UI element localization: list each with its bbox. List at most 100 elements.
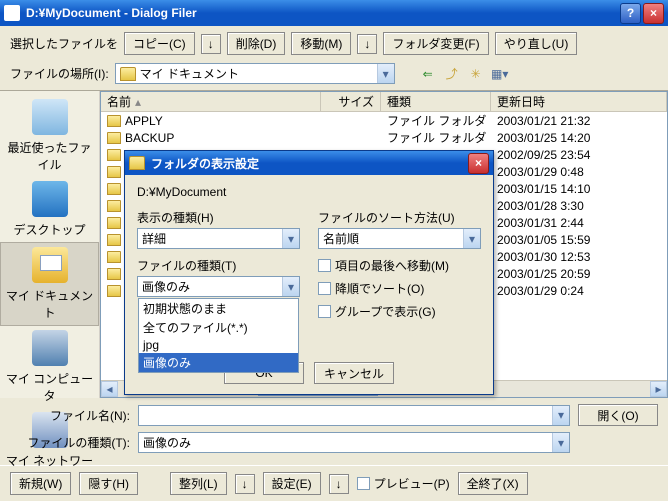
location-label: ファイルの場所(I): xyxy=(10,65,109,82)
places-bar: 最近使ったファイル デスクトップ マイ ドキュメント マイ コンピュータ マイ … xyxy=(0,91,100,398)
table-row[interactable]: BACKUPファイル フォルダ2003/01/25 14:20 xyxy=(101,129,667,146)
place-mydocuments[interactable]: マイ ドキュメント xyxy=(0,242,99,326)
filetype-combo[interactable]: 画像のみ ▾ xyxy=(138,432,570,453)
col-type[interactable]: 種類 xyxy=(381,92,491,111)
dropdown-item[interactable]: 初期状態のまま xyxy=(139,299,298,318)
sort-method-combo[interactable]: 名前順 ▾ xyxy=(318,228,481,249)
table-row[interactable]: APPLYファイル フォルダ2003/01/21 21:32 xyxy=(101,112,667,129)
move-down-icon[interactable]: ↓ xyxy=(357,34,377,54)
close-all-button[interactable]: 全終了(X) xyxy=(458,472,528,495)
change-folder-button[interactable]: フォルダ変更(F) xyxy=(383,32,488,55)
align-down-icon[interactable]: ↓ xyxy=(235,474,255,494)
file-type-dropdown-list: 初期状態のまま全てのファイル(*.*)jpg画像のみ xyxy=(138,298,299,373)
filename-combo[interactable]: ▾ xyxy=(138,405,570,426)
copy-down-icon[interactable]: ↓ xyxy=(201,34,221,54)
window-title: D:¥MyDocument - Dialog Filer xyxy=(26,6,618,20)
folder-icon xyxy=(107,166,121,178)
place-mycomputer[interactable]: マイ コンピュータ xyxy=(0,326,99,408)
display-type-combo[interactable]: 詳細 ▾ xyxy=(137,228,300,249)
folder-icon xyxy=(107,132,121,144)
mydocuments-icon xyxy=(32,247,68,283)
delete-button[interactable]: 削除(D) xyxy=(227,32,286,55)
chevron-down-icon[interactable]: ▾ xyxy=(552,406,569,425)
chevron-down-icon[interactable]: ▾ xyxy=(282,229,299,248)
move-button[interactable]: 移動(M) xyxy=(291,32,351,55)
folder-icon xyxy=(107,149,121,161)
help-button[interactable]: ? xyxy=(620,3,641,24)
chevron-down-icon[interactable]: ▾ xyxy=(552,433,569,452)
move-to-last-checkbox[interactable]: 項目の最後へ移動(M) xyxy=(318,257,481,274)
copy-button[interactable]: コピー(C) xyxy=(124,32,195,55)
folder-icon xyxy=(129,156,145,170)
checkbox-icon xyxy=(357,477,370,490)
hide-button[interactable]: 隠す(H) xyxy=(79,472,138,495)
filetype-value: 画像のみ xyxy=(143,434,191,451)
close-button[interactable]: × xyxy=(643,3,664,24)
file-type-combo[interactable]: 画像のみ ▾ 初期状態のまま全てのファイル(*.*)jpg画像のみ xyxy=(137,276,300,297)
view-menu-icon[interactable]: ▦▾ xyxy=(491,65,509,83)
location-combo[interactable]: マイ ドキュメント ▾ xyxy=(115,63,395,84)
undo-button[interactable]: やり直し(U) xyxy=(495,32,578,55)
filename-label: ファイル名(N): xyxy=(10,407,130,424)
up-folder-icon[interactable]: ⤴ xyxy=(443,65,461,83)
recent-icon xyxy=(32,99,68,135)
dialog-path: D:¥MyDocument xyxy=(137,185,481,199)
scroll-right-icon[interactable]: ▸ xyxy=(650,381,667,397)
sort-desc-checkbox[interactable]: 降順でソート(O) xyxy=(318,280,481,297)
selection-toolbar: 選択したファイルを コピー(C) ↓ 削除(D) 移動(M) ↓ フォルダ変更(… xyxy=(0,26,668,59)
folder-icon xyxy=(107,285,121,297)
filetype-label: ファイルの種類(T): xyxy=(10,434,130,451)
back-icon[interactable]: ⇐ xyxy=(419,65,437,83)
settings-button[interactable]: 設定(E) xyxy=(263,472,321,495)
dialog-title: フォルダの表示設定 xyxy=(151,155,466,172)
group-display-checkbox[interactable]: グループで表示(G) xyxy=(318,303,481,320)
dialog-titlebar: フォルダの表示設定 × xyxy=(125,151,493,175)
bottom-panel: ファイル名(N): ▾ 開く(O) ファイルの種類(T): 画像のみ ▾ xyxy=(0,398,668,465)
footer-toolbar: 新規(W) 隠す(H) 整列(L) ↓ 設定(E) ↓ プレビュー(P) 全終了… xyxy=(0,465,668,501)
chevron-down-icon[interactable]: ▾ xyxy=(377,64,394,83)
new-button[interactable]: 新規(W) xyxy=(10,472,71,495)
col-size[interactable]: サイズ xyxy=(321,92,381,111)
list-header: 名前 ▴ サイズ 種類 更新日時 xyxy=(101,92,667,112)
checkbox-icon xyxy=(318,282,331,295)
cancel-button[interactable]: キャンセル xyxy=(314,362,394,384)
window-titlebar: D:¥MyDocument - Dialog Filer ? × xyxy=(0,0,668,26)
desktop-icon xyxy=(32,181,68,217)
folder-icon xyxy=(107,115,121,127)
folder-icon xyxy=(107,183,121,195)
open-button[interactable]: 開く(O) xyxy=(578,404,658,426)
folder-icon xyxy=(107,200,121,212)
location-value: マイ ドキュメント xyxy=(140,65,239,82)
chevron-down-icon[interactable]: ▾ xyxy=(463,229,480,248)
checkbox-icon xyxy=(318,305,331,318)
align-button[interactable]: 整列(L) xyxy=(170,472,227,495)
sort-asc-icon: ▴ xyxy=(135,95,141,109)
app-icon xyxy=(4,5,20,21)
dropdown-item[interactable]: 全てのファイル(*.*) xyxy=(139,318,298,337)
folder-icon xyxy=(107,217,121,229)
dropdown-item[interactable]: jpg xyxy=(139,337,298,353)
new-folder-icon[interactable]: ✳ xyxy=(467,65,485,83)
folder-display-settings-dialog: フォルダの表示設定 × D:¥MyDocument 表示の種類(H) 詳細 ▾ … xyxy=(124,150,494,395)
col-date[interactable]: 更新日時 xyxy=(491,92,667,111)
folder-icon xyxy=(107,251,121,263)
file-type-label: ファイルの種類(T) xyxy=(137,257,300,274)
display-type-label: 表示の種類(H) xyxy=(137,209,300,226)
place-desktop[interactable]: デスクトップ xyxy=(0,177,99,242)
selected-file-label: 選択したファイルを xyxy=(10,35,118,52)
folder-icon xyxy=(120,67,136,81)
scroll-left-icon[interactable]: ◂ xyxy=(101,381,118,397)
folder-icon xyxy=(107,268,121,280)
preview-checkbox[interactable]: プレビュー(P) xyxy=(357,475,450,492)
location-toolbar: ファイルの場所(I): マイ ドキュメント ▾ ⇐ ⤴ ✳ ▦▾ xyxy=(0,59,668,90)
folder-icon xyxy=(107,234,121,246)
settings-down-icon[interactable]: ↓ xyxy=(329,474,349,494)
col-name[interactable]: 名前 ▴ xyxy=(101,92,321,111)
checkbox-icon xyxy=(318,259,331,272)
chevron-down-icon[interactable]: ▾ xyxy=(282,277,299,296)
mycomputer-icon xyxy=(32,330,68,366)
sort-method-label: ファイルのソート方法(U) xyxy=(318,209,481,226)
dialog-close-button[interactable]: × xyxy=(468,153,489,174)
place-recent[interactable]: 最近使ったファイル xyxy=(0,95,99,177)
dropdown-item[interactable]: 画像のみ xyxy=(139,353,298,372)
